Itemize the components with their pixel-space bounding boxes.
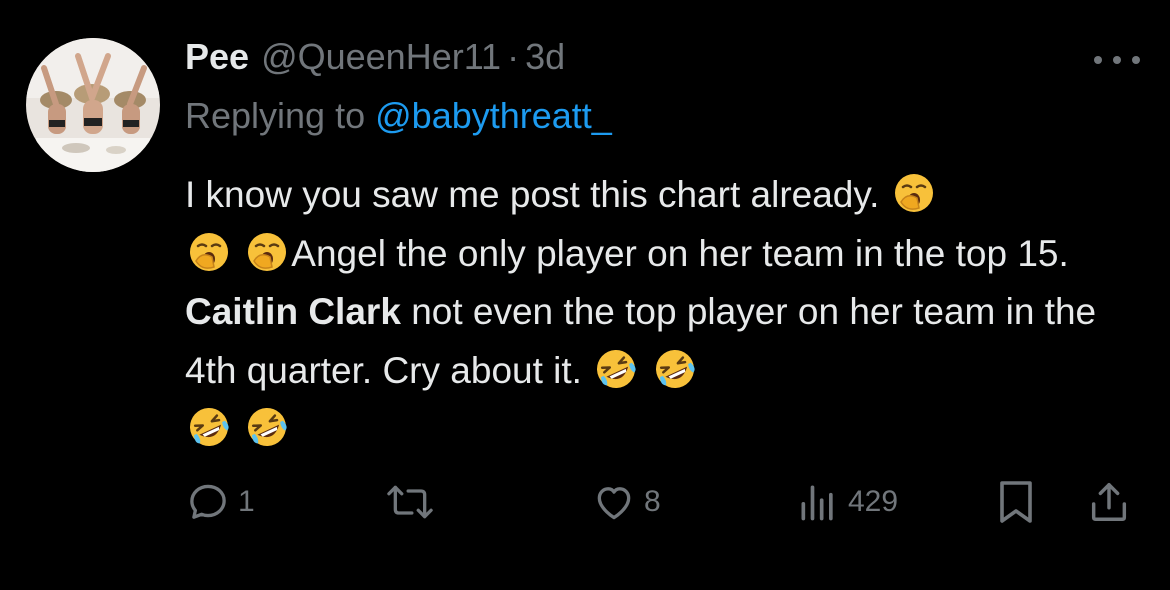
avatar[interactable] [26, 38, 160, 172]
rofl-icon [654, 348, 696, 390]
reply-icon [186, 480, 230, 524]
share-icon [1086, 478, 1132, 526]
like-count: 8 [644, 485, 661, 518]
replying-to-line: Replying to @babythreatt_ [185, 95, 612, 137]
separator-dot: · [507, 36, 520, 77]
timestamp[interactable]: 3d [525, 36, 565, 78]
bookmark-button[interactable] [994, 474, 1038, 530]
replying-to-label: Replying to [185, 95, 366, 136]
yawning-face-icon [188, 231, 230, 273]
replying-to-mention[interactable]: @babythreatt_ [375, 95, 612, 136]
views-button[interactable]: 429 [796, 474, 898, 530]
tweet-text: I know you saw me post this chart alread… [185, 166, 1145, 459]
views-icon [796, 480, 840, 524]
tweet-text-part2: Angel the only player on her team in the… [291, 232, 1069, 274]
tweet[interactable]: Pee @QueenHer11 · 3d Replying to @babyth… [0, 0, 1170, 590]
views-count: 429 [848, 485, 899, 518]
yawning-face-icon [893, 172, 935, 214]
heart-icon [592, 480, 636, 524]
tweet-header: Pee @QueenHer11 · 3d [185, 36, 565, 86]
tweet-actions: 1 8 429 [0, 474, 1170, 530]
rofl-icon [595, 348, 637, 390]
bookmark-icon [994, 478, 1038, 526]
share-button[interactable] [1086, 474, 1132, 530]
reply-button[interactable]: 1 [186, 474, 255, 530]
rofl-icon [188, 406, 230, 448]
repost-button[interactable] [384, 474, 436, 530]
user-handle[interactable]: @QueenHer11 [261, 36, 501, 78]
rofl-icon [246, 406, 288, 448]
reply-count: 1 [238, 485, 255, 518]
display-name[interactable]: Pee [185, 36, 249, 78]
like-button[interactable]: 8 [592, 474, 661, 530]
more-options-icon[interactable] [1094, 48, 1140, 72]
yawning-face-icon [246, 231, 288, 273]
repost-icon [384, 480, 436, 524]
tweet-text-bold: Caitlin Clark [185, 291, 401, 332]
tweet-text-part1: I know you saw me post this chart alread… [185, 174, 880, 215]
